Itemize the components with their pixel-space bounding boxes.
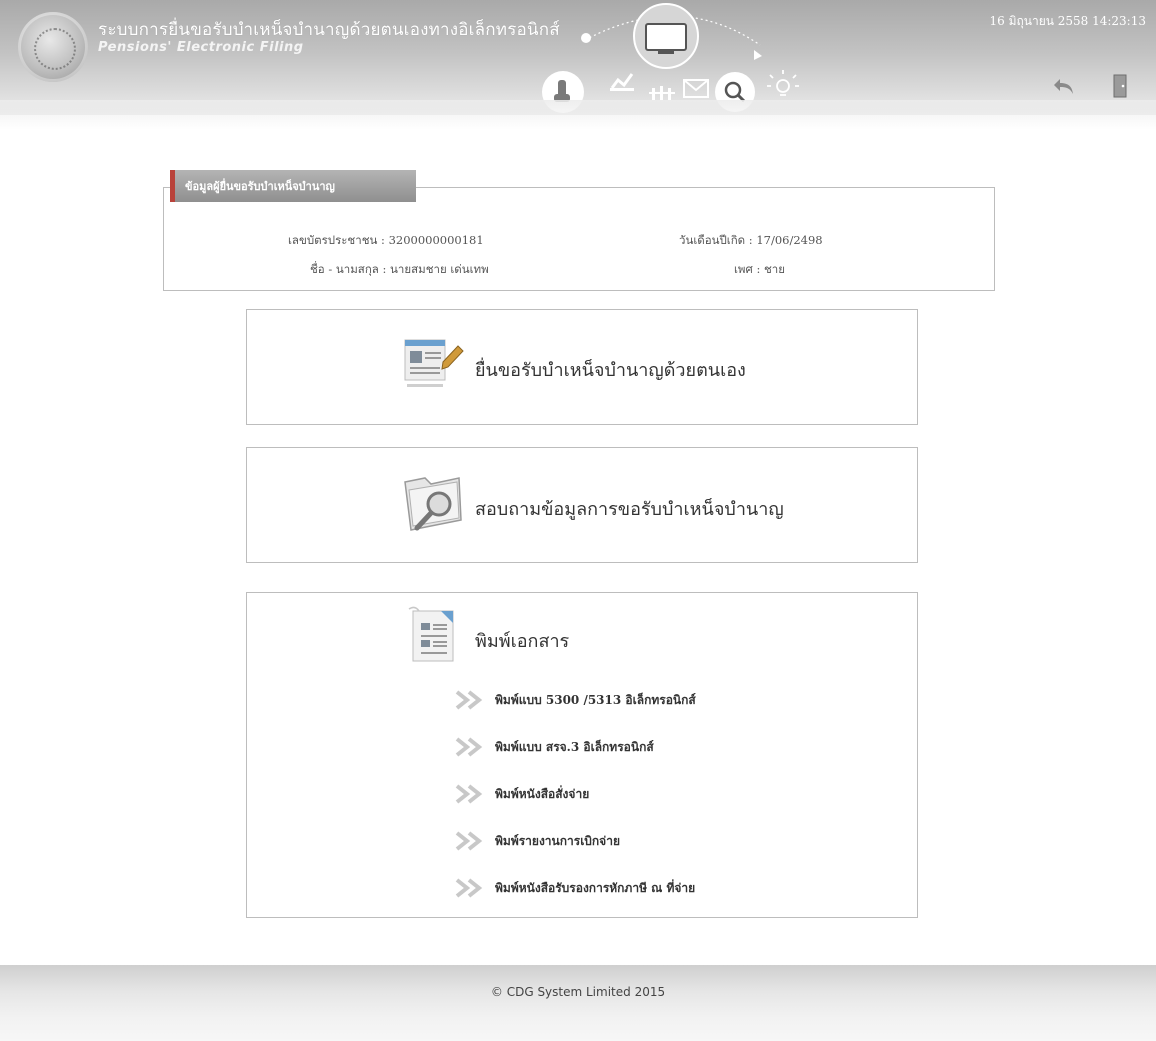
file-pension-card[interactable]: ยื่นขอรับบำเหน็จบำนาญด้วยตนเอง xyxy=(246,309,918,425)
mail-icon xyxy=(683,79,709,98)
department-seal-logo xyxy=(18,12,88,82)
arrow-icon xyxy=(754,50,762,60)
exit-door-icon xyxy=(1113,74,1127,98)
print-item-label: พิมพ์รายงานการเบิกจ่าย xyxy=(495,833,620,848)
print-form-sorjor3-link[interactable]: พิมพ์แบบ สรจ.3 อิเล็กทรอนิกส์ xyxy=(455,734,654,760)
double-chevron-icon xyxy=(455,737,483,757)
print-item-label: พิมพ์แบบ 5300 /5313 อิเล็กทรอนิกส์ xyxy=(495,692,696,707)
app-subtitle: Pensions' Electronic Filing xyxy=(98,40,304,55)
header-bar: ระบบการยื่นขอรับบำเหน็จบำนาญด้วยตนเองทาง… xyxy=(0,0,1156,115)
citizen-id-line: เลขบัตรประชาชน3200000000181 xyxy=(288,232,484,250)
form-edit-icon xyxy=(404,339,464,387)
applicant-info-panel: เลขบัตรประชาชน3200000000181 ชื่อ - นามสก… xyxy=(163,187,995,291)
footer-bar: © CDG System Limited 2015 xyxy=(0,965,1156,1041)
print-disbursement-report-link[interactable]: พิมพ์รายงานการเบิกจ่าย xyxy=(455,828,620,854)
back-button[interactable] xyxy=(1050,72,1078,100)
print-documents-card: พิมพ์เอกสาร พิมพ์แบบ 5300 /5313 อิเล็กทร… xyxy=(246,592,918,918)
document-print-icon xyxy=(408,606,454,662)
dot-icon xyxy=(581,33,591,43)
people-icon xyxy=(649,86,675,100)
double-chevron-icon xyxy=(455,831,483,851)
birth-date-line: วันเดือนปีเกิด17/06/2498 xyxy=(679,232,823,250)
pension-inquiry-card[interactable]: สอบถามข้อมูลการขอรับบำเหน็จบำนาญ xyxy=(246,447,918,563)
folder-search-icon xyxy=(404,477,462,531)
gender-label: เพศ xyxy=(734,262,764,276)
print-payment-order-link[interactable]: พิมพ์หนังสือสั่งจ่าย xyxy=(455,781,589,807)
birth-date-label: วันเดือนปีเกิด xyxy=(679,233,756,247)
lightbulb-icon xyxy=(767,70,799,96)
copyright-text: © CDG System Limited 2015 xyxy=(490,985,666,999)
print-item-label: พิมพ์หนังสือรับรองการหักภาษี ณ ที่จ่าย xyxy=(495,880,696,895)
print-tax-withholding-cert-link[interactable]: พิมพ์หนังสือรับรองการหักภาษี ณ ที่จ่าย xyxy=(455,875,695,901)
print-documents-title: พิมพ์เอกสาร xyxy=(475,631,570,652)
computer-monitor-icon xyxy=(645,23,687,54)
chart-icon xyxy=(610,73,634,91)
back-arrow-icon xyxy=(1054,79,1073,94)
applicant-info-tab: ข้อมูลผู้ยื่นขอรับบำเหน็จบำนาญ xyxy=(170,170,416,202)
current-datetime: 16 มิถุนายน 2558 14:23:13 xyxy=(989,14,1147,28)
header-fade xyxy=(0,100,1156,130)
exit-button[interactable] xyxy=(1106,72,1134,100)
double-chevron-icon xyxy=(455,784,483,804)
pension-inquiry-label: สอบถามข้อมูลการขอรับบำเหน็จบำนาญ xyxy=(475,499,784,520)
birth-date-value: 17/06/2498 xyxy=(756,233,823,247)
double-chevron-icon xyxy=(455,690,483,710)
full-name-label: ชื่อ - นามสกุล xyxy=(310,262,390,276)
print-form-5300-5313-link[interactable]: พิมพ์แบบ 5300 /5313 อิเล็กทรอนิกส์ xyxy=(455,687,696,713)
full-name-value: นายสมชาย เด่นเทพ xyxy=(390,262,489,276)
double-chevron-icon xyxy=(455,878,483,898)
print-item-label: พิมพ์แบบ สรจ.3 อิเล็กทรอนิกส์ xyxy=(495,739,654,754)
citizen-id-label: เลขบัตรประชาชน xyxy=(288,233,389,247)
header-decoration xyxy=(542,3,799,113)
gender-value: ชาย xyxy=(764,262,786,276)
citizen-id-value: 3200000000181 xyxy=(388,233,484,247)
print-item-label: พิมพ์หนังสือสั่งจ่าย xyxy=(495,786,590,801)
gender-line: เพศชาย xyxy=(734,261,785,279)
full-name-line: ชื่อ - นามสกุลนายสมชาย เด่นเทพ xyxy=(310,261,489,279)
app-title: ระบบการยื่นขอรับบำเหน็จบำนาญด้วยตนเองทาง… xyxy=(98,20,560,40)
file-pension-label: ยื่นขอรับบำเหน็จบำนาญด้วยตนเอง xyxy=(475,360,746,381)
